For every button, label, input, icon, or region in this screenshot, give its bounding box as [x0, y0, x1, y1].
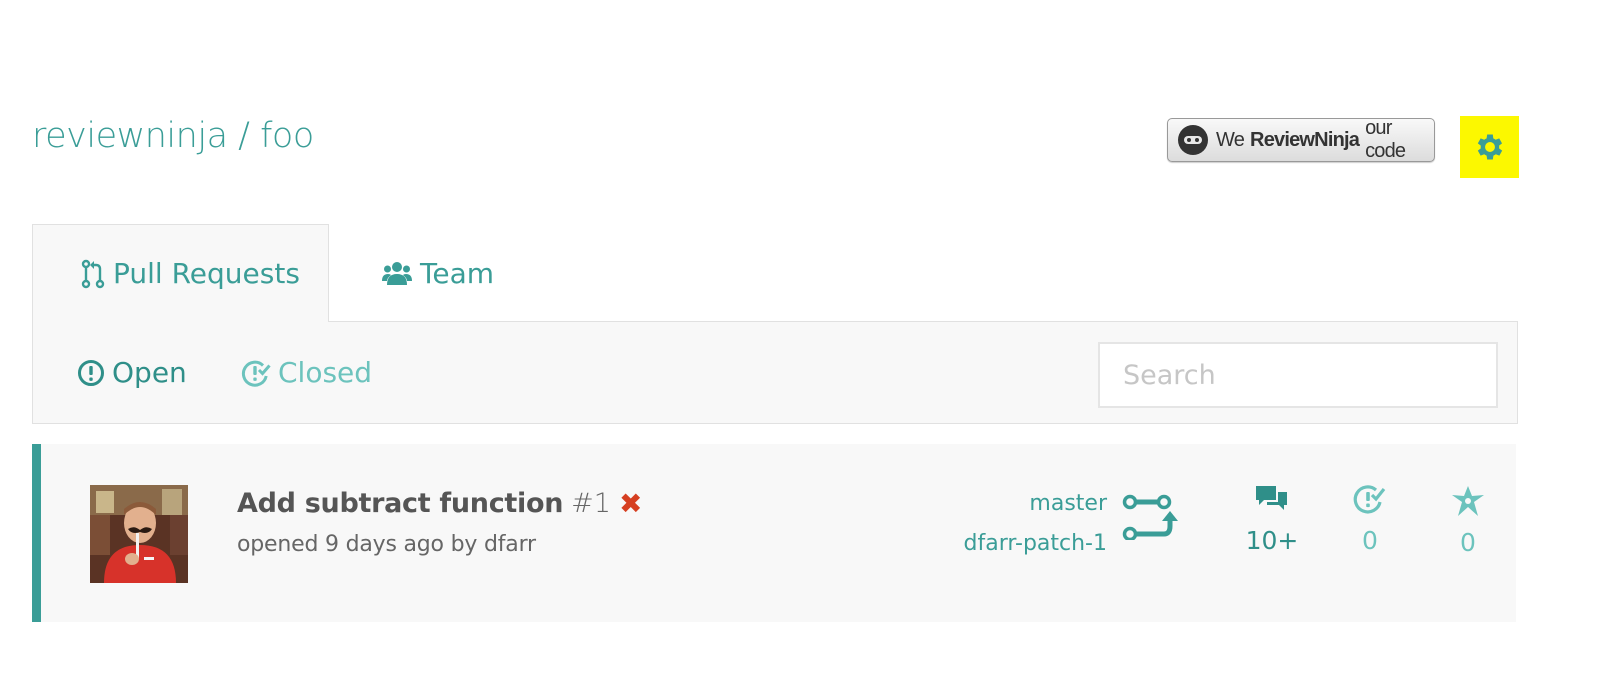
badge-word-brand: ReviewNinja [1250, 128, 1360, 151]
tab-team[interactable]: Team [382, 224, 582, 322]
tab-pull-requests-label: Pull Requests [113, 257, 300, 290]
pull-request-filter-bar: Open Closed [32, 321, 1518, 424]
users-icon [382, 262, 412, 285]
pull-request-meta: opened 9 days ago by dfarr [237, 532, 536, 557]
reviews-count: 0 [1362, 526, 1378, 555]
repo-owner[interactable]: reviewninja [32, 116, 228, 156]
filter-closed[interactable]: Closed [241, 356, 372, 389]
tab-team-label: Team [420, 256, 495, 290]
stars-count: 0 [1460, 528, 1476, 557]
comments-icon [1256, 486, 1287, 510]
badge-word-we: We [1216, 128, 1245, 151]
search-input[interactable] [1098, 342, 1498, 408]
tab-pull-requests[interactable]: Pull Requests [32, 224, 329, 322]
filter-closed-label: Closed [278, 356, 373, 389]
stars-stat[interactable]: 0 [1433, 484, 1503, 557]
review-check-icon [1353, 485, 1386, 514]
head-branch: dfarr-patch-1 [963, 531, 1107, 556]
shuriken-star-icon [1452, 486, 1484, 516]
pull-request-row[interactable]: Add subtract function #1 ✖ opened 9 days… [32, 444, 1516, 622]
build-failed-icon: ✖ [618, 487, 643, 520]
filter-open-label: Open [112, 356, 187, 389]
reviews-stat[interactable]: 0 [1335, 484, 1405, 555]
gear-icon [1477, 134, 1502, 160]
pull-request-number: #1 [571, 488, 611, 519]
badge-word-tail: our code [1365, 117, 1406, 162]
avatar-image [90, 485, 188, 583]
filter-open[interactable]: Open [77, 356, 187, 389]
repo-title[interactable]: reviewninja / foo [32, 116, 314, 156]
merge-branch-icon [1122, 494, 1178, 540]
comments-count: 10+ [1245, 526, 1299, 555]
open-issue-icon [78, 359, 104, 386]
ninja-logo-icon [1178, 125, 1208, 155]
pull-request-name[interactable]: Add subtract function [237, 488, 563, 519]
repo-separator: / [238, 116, 250, 156]
branch-info: master dfarr-patch-1 [964, 484, 1107, 564]
pull-request-icon [81, 259, 105, 288]
avatar[interactable] [90, 485, 188, 583]
pull-request-title[interactable]: Add subtract function #1 ✖ [237, 487, 642, 520]
comments-stat[interactable]: 10+ [1237, 484, 1307, 555]
base-branch: master [1029, 491, 1107, 516]
repo-name[interactable]: foo [260, 116, 314, 156]
reviewninja-badge[interactable]: We ReviewNinja our code [1167, 117, 1435, 162]
settings-button[interactable] [1460, 116, 1519, 178]
closed-issue-icon [241, 360, 271, 387]
